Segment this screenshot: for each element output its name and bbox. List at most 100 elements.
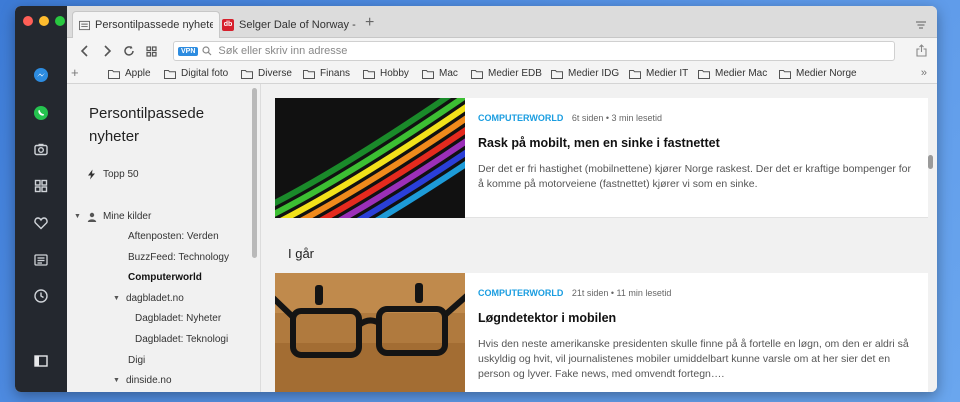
sidebar-title: Persontilpassede nyheter	[89, 105, 205, 145]
article-headline[interactable]: Rask på mobilt, men en sinke i fastnette…	[478, 136, 720, 150]
side-panel	[15, 6, 67, 392]
sidebar-item-aftenposten[interactable]: Aftenposten: Verden	[128, 231, 219, 242]
folder-icon	[551, 69, 563, 79]
zoom-window-button[interactable]	[55, 16, 65, 26]
sidebar-item-digi[interactable]: Digi	[128, 355, 145, 366]
sidebar-item-label: Computerworld	[128, 272, 202, 283]
sidebar-item-dagbladet-teknologi[interactable]: Dagbladet: Teknologi	[135, 334, 228, 345]
speed-dial-icon[interactable]	[32, 177, 50, 195]
bookmark-folder[interactable]: Hobby	[363, 68, 409, 79]
article-headline[interactable]: Løgndetektor i mobilen	[478, 311, 616, 325]
article-thumbnail-glasses	[275, 273, 465, 392]
speed-dial-button[interactable]	[143, 43, 159, 59]
whatsapp-icon[interactable]	[32, 104, 50, 122]
sidebar-item-dagbladet-nyheter[interactable]: Dagbladet: Nyheter	[135, 313, 221, 324]
bookmark-label: Hobby	[380, 68, 409, 79]
bookmark-label: Medier IT	[646, 68, 689, 79]
sidebar-item-top50[interactable]: Topp 50	[87, 169, 139, 180]
bookmarks-overflow-chevron-icon[interactable]: »	[921, 67, 927, 79]
tab-menu-icon[interactable]	[915, 17, 927, 35]
add-bookmark-button[interactable]: +	[71, 66, 79, 80]
article-meta: COMPUTERWORLD 21t siden • 11 min lesetid	[478, 288, 671, 298]
sidebar-item-label: Dagbladet: Teknologi	[135, 334, 229, 345]
sidebar-item-computerworld[interactable]: Computerworld	[128, 272, 202, 283]
article-card[interactable]: COMPUTERWORLD 21t siden • 11 min lesetid…	[275, 273, 928, 392]
sidebar-group-my-sources[interactable]: ▼ Mine kilder	[74, 211, 151, 222]
grid-icon	[145, 45, 157, 57]
collapse-triangle-icon[interactable]: ▼	[113, 295, 120, 302]
folder-icon	[471, 69, 483, 79]
bookmark-folder[interactable]: Apple	[108, 68, 151, 79]
minimize-window-button[interactable]	[39, 16, 49, 26]
share-button[interactable]	[916, 44, 927, 62]
folder-icon	[779, 69, 791, 79]
browser-window: Persontilpassede nyheter - C db Selger D…	[15, 6, 937, 392]
bookmark-folder[interactable]: Digital foto	[164, 68, 228, 79]
bookmark-folder[interactable]: Medier EDB	[471, 68, 542, 79]
sidebar-scrollbar[interactable]	[252, 88, 257, 258]
heart-icon[interactable]	[32, 214, 50, 232]
bookmark-label: Medier Mac	[715, 68, 768, 79]
bookmark-label: Medier IDG	[568, 68, 620, 79]
sidebar-item-label: Dagbladet: Nyheter	[135, 313, 222, 324]
tab-title: Selger Dale of Norway - Dagb	[239, 18, 358, 31]
camera-icon[interactable]	[32, 140, 50, 158]
sidebar-item-buzzfeed[interactable]: BuzzFeed: Technology	[128, 252, 229, 263]
sidebar-item-label: Mine kilder	[102, 211, 152, 222]
bookmark-folder[interactable]: Medier Norge	[779, 68, 857, 79]
bookmark-folder[interactable]: Medier Mac	[698, 68, 767, 79]
forward-button[interactable]	[99, 43, 115, 59]
navigation-bar: VPN Søk eller skriv inn adresse	[67, 38, 937, 64]
sidebar-item-label: Aftenposten: Verden	[128, 231, 219, 242]
folder-icon	[698, 69, 710, 79]
bookmark-folder[interactable]: Finans	[303, 68, 350, 79]
tab-strip: Persontilpassede nyheter - C db Selger D…	[67, 6, 937, 38]
article-time: 21t siden • 11 min lesetid	[571, 288, 672, 298]
bookmark-folder[interactable]: Medier IDG	[551, 68, 619, 79]
article-description: Der det er fri hastighet (mobilnettene) …	[478, 163, 912, 190]
article-source[interactable]: COMPUTERWORLD	[478, 113, 563, 123]
person-icon	[87, 212, 97, 222]
history-clock-icon[interactable]	[32, 287, 50, 305]
new-tab-button[interactable]: +	[365, 15, 374, 31]
day-section-label: I går	[288, 246, 315, 261]
bookmark-folder[interactable]: Mac	[422, 68, 458, 79]
reload-button[interactable]	[121, 43, 137, 59]
folder-icon	[303, 69, 315, 79]
collapse-triangle-icon[interactable]: ▼	[113, 377, 120, 384]
sidebar-toggle-icon[interactable]	[32, 352, 50, 370]
close-window-button[interactable]	[23, 16, 33, 26]
bookmark-folder[interactable]: Medier IT	[629, 68, 688, 79]
bookmark-label: Apple	[125, 68, 151, 79]
address-bar[interactable]: VPN Søk eller skriv inn adresse	[173, 41, 895, 61]
article-source[interactable]: COMPUTERWORLD	[478, 288, 563, 298]
folder-icon	[422, 69, 434, 79]
bookmark-label: Mac	[439, 68, 458, 79]
news-icon[interactable]	[32, 251, 50, 269]
article-thumbnail-cables	[275, 98, 465, 218]
folder-icon	[363, 69, 375, 79]
sidebar-item-label: Topp 50	[103, 169, 139, 180]
article-description: Hvis den neste amerikanske presidenten s…	[478, 338, 909, 380]
vpn-badge[interactable]: VPN	[178, 46, 199, 56]
sidebar-group-dagbladet[interactable]: ▼ dagbladet.no	[113, 293, 184, 304]
address-input-placeholder: Søk eller skriv inn adresse	[218, 45, 348, 57]
article-meta: COMPUTERWORLD 6t siden • 3 min lesetid	[478, 113, 662, 123]
share-icon	[916, 44, 927, 57]
lightning-icon	[88, 169, 95, 180]
folder-icon	[241, 69, 253, 79]
bookmark-folder[interactable]: Diverse	[241, 68, 292, 79]
bookmark-label: Diverse	[258, 68, 292, 79]
bookmark-label: Digital foto	[181, 68, 229, 79]
folder-icon	[108, 69, 120, 79]
messenger-icon[interactable]	[32, 66, 50, 84]
tab-selger-dale-of-norway[interactable]: db Selger Dale of Norway - Dagb	[216, 11, 364, 38]
bookmark-label: Medier EDB	[488, 68, 542, 79]
article-card[interactable]: COMPUTERWORLD 6t siden • 3 min lesetid R…	[275, 98, 928, 218]
content-scrollbar[interactable]	[928, 155, 933, 169]
tab-persontilpassede-nyheter[interactable]: Persontilpassede nyheter - C	[72, 11, 220, 38]
back-button[interactable]	[77, 43, 93, 59]
reload-icon	[124, 45, 134, 56]
collapse-triangle-icon[interactable]: ▼	[74, 213, 81, 220]
sidebar-group-dinside[interactable]: ▼ dinside.no	[113, 375, 172, 386]
